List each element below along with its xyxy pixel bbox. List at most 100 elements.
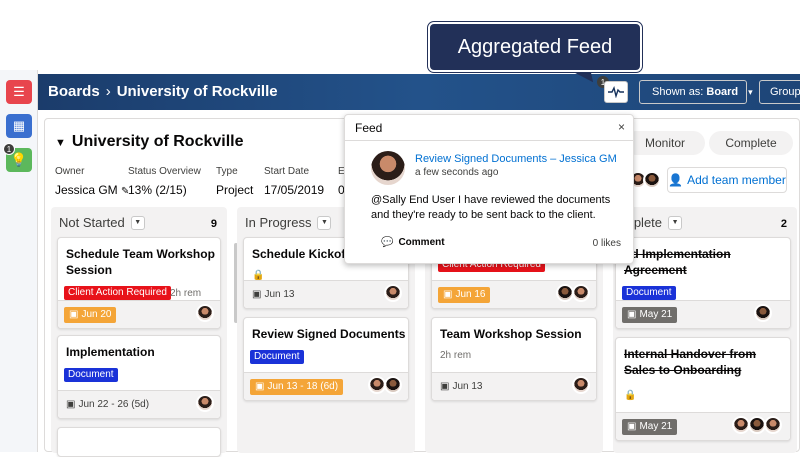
card-footer: ▣ Jun 13 <box>432 372 596 400</box>
avatar <box>754 304 772 322</box>
avatar <box>384 376 402 394</box>
calendar-icon: ▣ <box>252 289 262 300</box>
card-footer: ▣ May 21 <box>616 300 790 328</box>
board-header: Boards › University of Rockville 1 Shown a… <box>38 74 800 110</box>
field-value: 17/05/2019 <box>264 183 325 197</box>
column-not-started: Not Started ▼ 9 Schedule Team Workshop Se… <box>51 207 238 457</box>
avatar <box>643 171 661 189</box>
task-card[interactable]: Schedule Team Workshop Session Client Ac… <box>57 237 221 329</box>
calendar-icon: ▣ <box>66 399 76 410</box>
calendar-icon: ▣ <box>69 309 79 320</box>
column-header: In Progress ▼ <box>245 215 332 230</box>
tasks-icon[interactable]: ☰ <box>6 80 32 104</box>
add-team-member-button[interactable]: 👤 Add team member <box>667 167 787 193</box>
due-date: ▣ Jun 22 - 26 (5d) <box>64 397 154 413</box>
card-footer: ▣ Jun 13 - 18 (6d) <box>244 372 408 400</box>
card-title: Implementation <box>66 345 155 359</box>
task-card[interactable]: Review Signed Documents Document ▣ Jun 13… <box>243 317 409 401</box>
due-date: ▣ Jun 13 <box>438 379 487 395</box>
field-value: Project <box>216 183 254 197</box>
avatar <box>196 394 214 412</box>
aggregated-feed-button[interactable] <box>604 81 628 103</box>
chevron-down-icon: ▾ <box>748 86 753 97</box>
card-title: Schedule Team Workshop Session <box>66 247 215 277</box>
due-date: ▣ Jun 13 - 18 (6d) <box>250 379 344 395</box>
card-footer: ▣ Jun 13 <box>244 280 408 308</box>
chevron-down-icon[interactable]: ▼ <box>130 215 145 230</box>
record-title-text: University of Rockville <box>71 133 244 150</box>
column-header: Not Started ▼ <box>59 215 145 230</box>
due-date-text: Jun 20 <box>81 309 112 320</box>
shown-as-value: Board <box>706 86 739 98</box>
path-step-label: Complete <box>725 136 777 150</box>
shown-as-label: Shown as: <box>652 86 704 98</box>
group-dropdown[interactable]: Groupe <box>759 80 800 104</box>
chevron-down-icon[interactable]: ▼ <box>317 215 332 230</box>
calendar-icon: ▣ <box>255 381 265 392</box>
column-complete: mplete ▼ 2 nd Implementation Agreement Do… <box>613 207 797 453</box>
due-date: ▣ Jun 16 <box>438 287 491 303</box>
document-tag: Document <box>64 368 118 382</box>
task-card[interactable]: Internal Handover from Sales to Onboardi… <box>615 337 791 441</box>
avatar <box>572 376 590 394</box>
field-owner: Owner Jessica GM ✎ <box>55 166 129 197</box>
field-label: Start Date <box>264 166 310 177</box>
field-type: Type Project <box>216 166 253 197</box>
aggregated-feed-callout: Aggregated Feed <box>428 22 642 72</box>
lock-icon: 🔒 <box>624 390 637 401</box>
card-footer: ▣ Jun 20 <box>58 300 220 328</box>
chevron-down-icon[interactable]: ▼ <box>668 215 683 230</box>
card-title: nd Implementation Agreement <box>624 247 731 277</box>
card-title: Internal Handover from Sales to Onboardi… <box>624 347 757 377</box>
feed-title: Feed <box>355 121 383 135</box>
tips-badge: 1 <box>3 143 15 155</box>
feed-header: Feed × <box>345 115 633 141</box>
card-footer: ▣ Jun 22 - 26 (5d) <box>58 390 220 418</box>
column-count: 2 <box>780 218 787 230</box>
task-card[interactable]: Team Workshop Session 2h rem ▣ Jun 13 <box>431 317 597 401</box>
document-tag: Document <box>250 350 304 364</box>
avatar <box>371 151 405 185</box>
path-step-monitor[interactable]: Monitor <box>625 131 705 155</box>
avatar <box>764 416 782 434</box>
owner-link[interactable]: Jessica GM <box>55 183 118 197</box>
calendar-icon: ▣ <box>627 309 637 320</box>
path-step-complete[interactable]: Complete <box>709 131 793 155</box>
due-date-text: Jun 22 - 26 (5d) <box>78 399 150 410</box>
avatar <box>384 284 402 302</box>
feed-post-time: a few seconds ago <box>415 167 499 178</box>
tips-icon[interactable]: 1 💡 <box>3 143 32 172</box>
pulse-icon <box>608 86 624 98</box>
feed-post-link[interactable]: Review Signed Documents – Jessica GM <box>415 153 617 165</box>
path-step-label: Monitor <box>644 136 685 150</box>
due-date-text: Jun 13 <box>452 381 483 392</box>
task-card[interactable]: Implementation Document ▣ Jun 22 - 26 (5d… <box>57 335 221 419</box>
remaining-time: 2h rem <box>170 288 202 299</box>
comment-button[interactable]: 💬 Comment <box>381 237 445 248</box>
field-status: Status Overview 13% (2/15) <box>128 166 201 197</box>
board-icon[interactable]: ▦ <box>6 114 32 138</box>
shown-as-dropdown[interactable]: Shown as: Board ▾ <box>639 80 753 104</box>
task-card[interactable] <box>57 427 221 457</box>
feed-popover: Feed × Review Signed Documents – Jessica… <box>344 114 634 264</box>
task-card[interactable]: nd Implementation Agreement Document ▣ Ma… <box>615 237 791 329</box>
card-title: Review Signed Documents <box>252 327 406 341</box>
due-date-text: May 21 <box>639 309 673 320</box>
remaining-time: 2h rem <box>440 350 472 361</box>
avatar <box>196 304 214 322</box>
calendar-icon: ▣ <box>443 289 453 300</box>
record-title[interactable]: ▼ University of Rockville <box>55 133 244 151</box>
field-start-date: Start Date 17/05/2019 <box>264 166 324 197</box>
add-user-icon: 👤 <box>668 173 684 187</box>
field-label: Status Overview <box>128 166 201 177</box>
breadcrumb-boards[interactable]: Boards <box>48 83 100 100</box>
card-footer: ▣ Jun 16 <box>432 280 596 308</box>
due-date: ▣ May 21 <box>622 307 678 323</box>
comment-label: Comment <box>398 237 445 248</box>
card-footer: ▣ May 21 <box>616 412 790 440</box>
close-icon[interactable]: × <box>618 120 625 134</box>
breadcrumb-separator: › <box>105 83 111 100</box>
comment-icon: 💬 <box>381 237 394 248</box>
chevron-down-icon: ▼ <box>55 137 66 149</box>
due-date-text: Jun 16 <box>455 289 486 300</box>
